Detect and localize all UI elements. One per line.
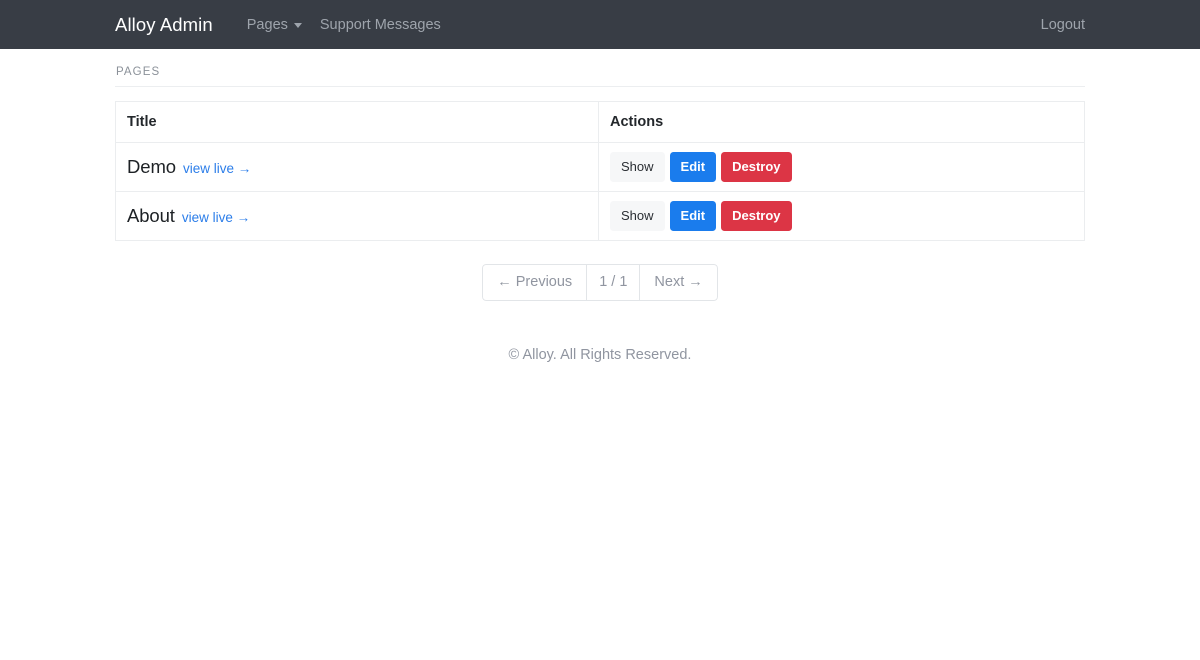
- title-divider: [115, 86, 1085, 87]
- destroy-button[interactable]: Destroy: [721, 152, 792, 182]
- page-indicator: 1 / 1: [586, 264, 641, 302]
- column-header-actions: Actions: [598, 101, 1085, 143]
- pages-table: Title Actions Demo view live → Show Edit…: [115, 101, 1085, 241]
- page-title: PAGES: [116, 66, 161, 78]
- table-body: Demo view live → Show Edit Destroy About: [115, 142, 1085, 241]
- edit-button[interactable]: Edit: [669, 201, 717, 231]
- brand-logo[interactable]: Alloy Admin: [115, 14, 213, 36]
- top-navbar: Alloy Admin Pages Support Messages Logou…: [0, 0, 1200, 49]
- edit-button[interactable]: Edit: [669, 152, 717, 182]
- table-row: About view live → Show Edit Destroy: [115, 191, 1085, 241]
- nav-item-support-messages[interactable]: Support Messages: [311, 17, 450, 33]
- page-title-demo: Demo: [127, 156, 176, 177]
- primary-nav: Pages Support Messages: [238, 17, 450, 33]
- previous-page-button[interactable]: ← Previous: [482, 264, 588, 302]
- cell-title: Demo view live →: [115, 142, 599, 192]
- table-header-row: Title Actions: [115, 101, 1085, 143]
- show-button[interactable]: Show: [610, 201, 665, 231]
- table-head: Title Actions: [115, 101, 1085, 143]
- nav-item-pages[interactable]: Pages: [238, 17, 311, 33]
- show-button[interactable]: Show: [610, 152, 665, 182]
- view-live-link-about[interactable]: view live →: [182, 210, 250, 225]
- footer-copyright: © Alloy. All Rights Reserved.: [508, 347, 692, 364]
- cell-actions: Show Edit Destroy: [598, 142, 1085, 192]
- nav-right-group: Logout: [1032, 17, 1085, 33]
- cell-title: About view live →: [115, 191, 599, 241]
- pagination-container: ← Previous 1 / 1 Next →: [115, 264, 1085, 302]
- next-page-button[interactable]: Next →: [639, 264, 718, 302]
- chevron-down-icon: [293, 23, 302, 28]
- table-row: Demo view live → Show Edit Destroy: [115, 142, 1085, 192]
- column-header-title: Title: [115, 101, 599, 143]
- destroy-button[interactable]: Destroy: [721, 201, 792, 231]
- logout-button[interactable]: Logout: [1032, 17, 1085, 33]
- pagination: ← Previous 1 / 1 Next →: [482, 264, 718, 302]
- nav-item-support-messages-label: Support Messages: [319, 16, 441, 33]
- nav-item-pages-label: Pages: [246, 16, 288, 33]
- view-live-link-demo[interactable]: view live →: [183, 161, 251, 176]
- main-content: PAGES Title Actions Demo view live → Sho…: [115, 49, 1085, 363]
- page-title-about: About: [127, 205, 175, 226]
- cell-actions: Show Edit Destroy: [598, 191, 1085, 241]
